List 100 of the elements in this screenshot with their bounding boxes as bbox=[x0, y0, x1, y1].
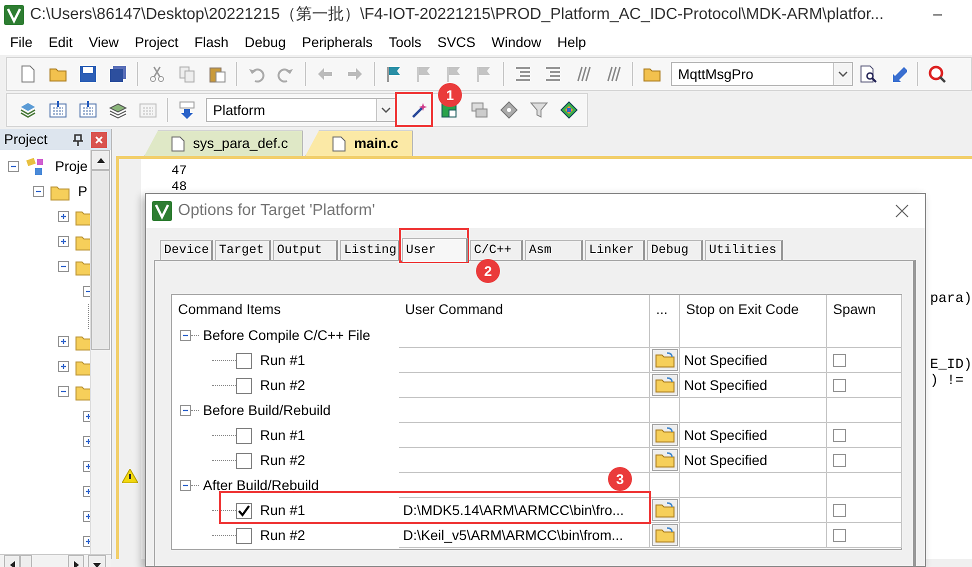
collapse-icon[interactable] bbox=[180, 480, 191, 491]
tree-item-label[interactable]: P bbox=[78, 181, 88, 202]
chip-icon[interactable] bbox=[560, 101, 578, 119]
command-field[interactable]: D:\MDK5.14\ARM\ARMCC\bin\fro... bbox=[399, 500, 624, 520]
diamond-icon[interactable] bbox=[500, 101, 518, 119]
menu-item[interactable]: Tools bbox=[380, 32, 430, 53]
dialog-tab[interactable]: Output bbox=[273, 240, 338, 260]
target-dropdown[interactable]: Platform bbox=[206, 98, 396, 122]
collapse-icon[interactable] bbox=[58, 261, 69, 272]
collapse-icon[interactable] bbox=[58, 386, 69, 397]
right-arrow-icon bbox=[74, 561, 78, 567]
menu-item[interactable]: Flash bbox=[186, 32, 237, 53]
menu-item[interactable]: Window bbox=[484, 32, 550, 53]
pin-icon[interactable] bbox=[73, 134, 83, 146]
browse-button[interactable] bbox=[652, 449, 678, 471]
folder-icon bbox=[655, 502, 675, 518]
scroll-up-button[interactable] bbox=[91, 150, 110, 170]
close-icon[interactable] bbox=[91, 132, 107, 148]
exit-code-field[interactable]: Not Specified bbox=[680, 450, 768, 470]
layers-icon[interactable] bbox=[109, 101, 127, 119]
checkbox[interactable] bbox=[236, 452, 252, 468]
file-tab[interactable]: main.c bbox=[304, 130, 414, 156]
download-icon[interactable] bbox=[178, 101, 196, 119]
up-arrow-icon bbox=[96, 158, 104, 162]
dialog-tab[interactable]: Device bbox=[160, 240, 213, 260]
dialog-tab[interactable]: User bbox=[402, 238, 468, 262]
lines-icon[interactable] bbox=[544, 65, 562, 83]
window-title: C:\Users\86147\Desktop\20221215（第一批）\F4-IOT-20221215\PROD_Platform_AC_IDC-Protocol\MDK-ARM\platfor... bbox=[30, 5, 884, 25]
dialog-title: Options for Target 'Platform' bbox=[178, 201, 376, 221]
highlight-frame bbox=[399, 228, 469, 263]
grid-icon[interactable] bbox=[49, 101, 67, 119]
page-icon[interactable] bbox=[19, 65, 37, 83]
exit-code-field[interactable]: Not Specified bbox=[680, 424, 768, 446]
expand-icon[interactable] bbox=[58, 236, 69, 247]
column-header: User Command bbox=[404, 300, 504, 318]
dialog-tab[interactable]: Utilities bbox=[705, 240, 783, 260]
checkbox[interactable] bbox=[236, 502, 252, 518]
browse-button[interactable] bbox=[652, 349, 678, 371]
dialog-tab[interactable]: Debug bbox=[647, 240, 703, 260]
exit-code-field[interactable]: Not Specified bbox=[680, 350, 768, 370]
menu-item[interactable]: Peripherals bbox=[294, 32, 381, 53]
dialog-tab[interactable]: Asm bbox=[525, 240, 583, 260]
clipboard-icon[interactable] bbox=[208, 65, 226, 83]
browse-button[interactable] bbox=[652, 524, 678, 546]
collapse-icon[interactable] bbox=[180, 330, 191, 341]
flag-icon[interactable] bbox=[385, 65, 403, 83]
expand-icon[interactable] bbox=[58, 211, 69, 222]
dialog-tab[interactable]: C/C++ bbox=[470, 240, 523, 260]
tree-item-label[interactable]: Proje bbox=[55, 156, 88, 177]
scissors-icon[interactable] bbox=[148, 65, 166, 83]
expand-icon[interactable] bbox=[58, 336, 69, 347]
windows-icon[interactable] bbox=[470, 101, 488, 119]
collapse-icon[interactable] bbox=[8, 161, 19, 172]
menu-item[interactable]: SVCS bbox=[429, 32, 484, 53]
spawn-checkbox[interactable] bbox=[833, 378, 846, 392]
checkbox[interactable] bbox=[236, 378, 252, 394]
dialog-tab[interactable]: Listing bbox=[340, 240, 400, 260]
spawn-checkbox[interactable] bbox=[833, 504, 846, 516]
checkbox[interactable] bbox=[236, 352, 252, 368]
spawn-checkbox[interactable] bbox=[833, 428, 846, 442]
file-dropdown[interactable]: MqttMsgPro bbox=[671, 62, 853, 86]
magnifier-icon[interactable] bbox=[928, 65, 946, 83]
grid-icon[interactable] bbox=[79, 101, 97, 119]
checkbox[interactable] bbox=[236, 528, 252, 544]
menu-item[interactable]: Edit bbox=[40, 32, 81, 53]
group-label: Before Build/Rebuild bbox=[203, 401, 331, 420]
column-header: ... bbox=[655, 300, 668, 318]
scrollbar-thumb[interactable] bbox=[91, 170, 110, 350]
minimize-button[interactable]: – bbox=[933, 3, 942, 27]
menu-item[interactable]: File bbox=[2, 32, 41, 53]
spawn-checkbox[interactable] bbox=[833, 454, 846, 466]
file-tab[interactable]: sys_para_def.c bbox=[144, 130, 303, 156]
menu-item[interactable]: View bbox=[80, 32, 127, 53]
panel-title: Project bbox=[4, 130, 48, 149]
checkbox[interactable] bbox=[236, 428, 252, 444]
menu-item[interactable]: Help bbox=[549, 32, 594, 53]
dialog-tab[interactable]: Target bbox=[215, 240, 271, 260]
disks-icon[interactable] bbox=[109, 65, 127, 83]
collapse-icon[interactable] bbox=[180, 405, 191, 416]
expand-icon[interactable] bbox=[58, 361, 69, 372]
stack-icon[interactable] bbox=[19, 101, 37, 119]
folder-icon bbox=[655, 352, 675, 368]
spawn-checkbox[interactable] bbox=[833, 354, 846, 366]
browse-button[interactable] bbox=[652, 499, 678, 521]
lines-icon[interactable] bbox=[514, 65, 532, 83]
item-label: Run #2 bbox=[260, 376, 306, 395]
funnel-icon[interactable] bbox=[530, 101, 548, 119]
group-label: Before Compile C/C++ File bbox=[203, 326, 370, 345]
dialog-tab[interactable]: Linker bbox=[585, 240, 645, 260]
browse-button[interactable] bbox=[652, 424, 678, 446]
collapse-icon[interactable] bbox=[33, 186, 44, 197]
exit-code-field[interactable]: Not Specified bbox=[680, 374, 768, 396]
menu-item[interactable]: Project bbox=[126, 32, 186, 53]
command-field[interactable]: D:\Keil_v5\ARM\ARMCC\bin\from... bbox=[399, 524, 624, 546]
page-icon bbox=[332, 136, 346, 152]
browse-button[interactable] bbox=[652, 374, 678, 396]
menu-item[interactable]: Debug bbox=[236, 32, 294, 53]
wand-icon[interactable] bbox=[410, 101, 428, 119]
spawn-checkbox[interactable] bbox=[833, 528, 846, 542]
document-search-icon[interactable] bbox=[859, 65, 877, 83]
